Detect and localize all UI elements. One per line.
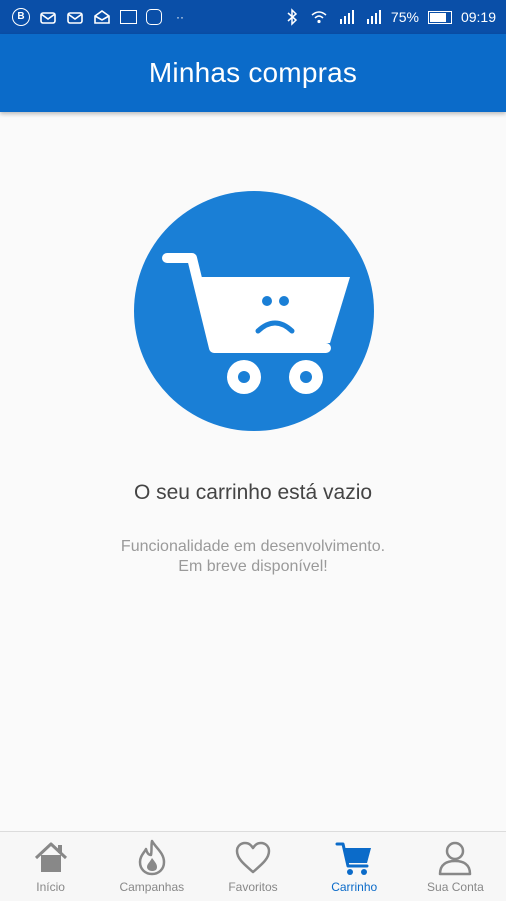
more-notifications-icon: ·· <box>176 10 184 24</box>
wifi-icon <box>311 11 327 24</box>
nav-label: Carrinho <box>331 880 378 894</box>
clock: 09:19 <box>460 9 496 25</box>
empty-cart-illustration <box>134 191 374 431</box>
bottom-navigation: Início Campanhas Favoritos Carrinho Sua … <box>0 831 506 901</box>
image-icon <box>120 10 137 24</box>
mail-notification-icon <box>67 12 83 24</box>
nav-label: Sua Conta <box>427 880 484 894</box>
battery-percent: 75% <box>390 9 419 25</box>
nav-item-inicio[interactable]: Início <box>0 832 101 901</box>
subtitle-line-1: Funcionalidade em desenvolvimento. <box>120 538 386 555</box>
signal-icon <box>339 10 354 24</box>
user-icon <box>439 841 472 876</box>
status-bar: B ·· 75% 09:19 <box>0 0 506 34</box>
page-title: Minhas compras <box>148 57 358 88</box>
nav-label: Início <box>36 880 65 894</box>
signal-icon <box>366 10 381 24</box>
mail-notification-icon <box>40 12 56 24</box>
status-system: 75% 09:19 <box>283 8 496 26</box>
app-bar: Minhas compras <box>0 34 506 112</box>
b-badge-icon: B <box>12 8 30 26</box>
bluetooth-icon <box>287 8 298 26</box>
nav-item-sua-conta[interactable]: Sua Conta <box>405 832 506 901</box>
status-notifications: B ·· <box>12 8 189 26</box>
envelope-open-icon <box>94 10 110 24</box>
home-icon <box>34 842 67 872</box>
heart-icon <box>235 841 271 874</box>
empty-cart-message: O seu carrinho está vazio <box>133 481 373 504</box>
subtitle-line-2: Em breve disponível! <box>178 558 328 575</box>
cart-icon <box>335 842 372 875</box>
nav-item-favoritos[interactable]: Favoritos <box>202 832 303 901</box>
battery-icon <box>427 10 452 24</box>
flame-icon <box>138 839 166 876</box>
nav-label: Campanhas <box>119 880 185 894</box>
empty-cart-subtitle: Funcionalidade em desenvolvimento. Em br… <box>0 537 506 577</box>
instagram-icon <box>146 9 162 25</box>
nav-item-campanhas[interactable]: Campanhas <box>101 832 202 901</box>
nav-label: Favoritos <box>228 880 278 894</box>
nav-item-carrinho[interactable]: Carrinho <box>304 832 405 901</box>
